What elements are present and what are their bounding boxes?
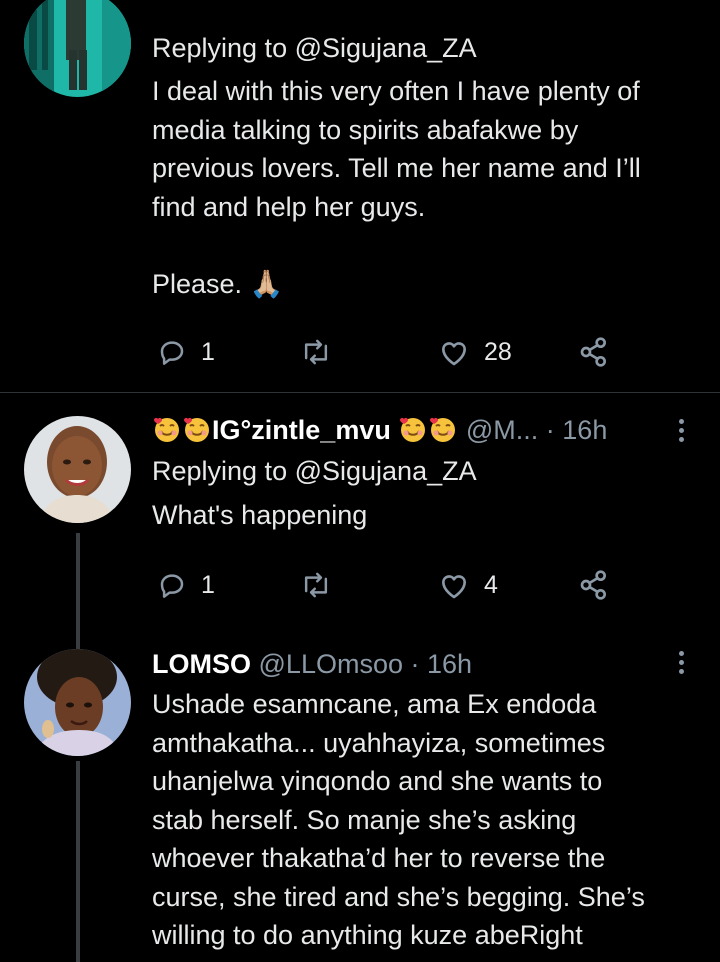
smiling-face-with-hearts-emoji [430, 417, 456, 442]
reply-count: 1 [201, 337, 215, 366]
tweet-actions: 1 4 [152, 565, 622, 605]
replying-to-handle[interactable]: @Sigujana_ZA [295, 33, 477, 63]
tweet-3[interactable]: LOMSO @LLOmsoo · 16h Ushade esamncane, a… [0, 643, 720, 962]
thread-line [76, 761, 80, 962]
retweet-icon [304, 572, 328, 598]
smiling-face-with-hearts-emoji [400, 417, 426, 442]
display-name[interactable]: IG°zintle_mvu [212, 415, 391, 445]
replying-to: Replying to @Sigujana_ZA [152, 456, 477, 486]
like-icon [442, 575, 466, 599]
replying-to-handle[interactable]: @Sigujana_ZA [295, 456, 477, 486]
share-icon [580, 570, 606, 600]
tweet-text: I deal with this very often I have plent… [152, 76, 641, 299]
avatar-tweet-1[interactable] [24, 0, 131, 97]
tweet-actions: 1 28 [152, 332, 622, 372]
like-count: 4 [484, 570, 498, 599]
share-button[interactable] [578, 332, 610, 372]
reply-button[interactable]: 1 [157, 565, 215, 605]
avatar-tweet-3[interactable] [24, 649, 131, 756]
retweet-icon [304, 339, 328, 365]
user-handle[interactable]: @LLOmsoo [259, 649, 403, 679]
replying-to: Replying to @Sigujana_ZA [152, 33, 477, 63]
share-icon [580, 337, 606, 367]
timestamp: · 16h [545, 415, 608, 445]
reply-count: 1 [201, 570, 215, 599]
more-icon[interactable] [678, 419, 686, 446]
user-handle[interactable]: @M... [466, 415, 538, 445]
reply-button[interactable]: 1 [157, 332, 215, 372]
reply-icon [160, 574, 184, 598]
like-icon [442, 342, 466, 366]
thread-line [76, 533, 80, 643]
like-button[interactable]: 4 [438, 565, 498, 605]
retweet-button[interactable] [300, 565, 332, 605]
tweet-header: IG°zintle_mvu @M... · 16h [152, 413, 697, 447]
tweet-text: Ushade esamncane, ama Ex endoda amthakat… [152, 689, 645, 950]
tweet-text: What's happening [152, 500, 368, 530]
share-button[interactable] [578, 565, 610, 605]
retweet-button[interactable] [300, 332, 332, 372]
smiling-face-with-hearts-emoji [154, 417, 179, 442]
reply-icon [160, 341, 184, 365]
more-icon[interactable] [678, 651, 686, 678]
tweet-1[interactable]: Replying to @Sigujana_ZA I deal with thi… [0, 0, 720, 392]
avatar-tweet-2[interactable] [24, 416, 131, 523]
like-button[interactable]: 28 [438, 332, 512, 372]
display-name[interactable]: LOMSO [152, 649, 251, 679]
timestamp: · 16h [410, 649, 473, 679]
like-count: 28 [484, 337, 512, 366]
smiling-face-with-hearts-emoji [184, 417, 209, 442]
tweet-header: LOMSO @LLOmsoo · 16h [152, 647, 697, 681]
tweet-2[interactable]: IG°zintle_mvu @M... · 16h Replying to @S… [0, 393, 720, 643]
